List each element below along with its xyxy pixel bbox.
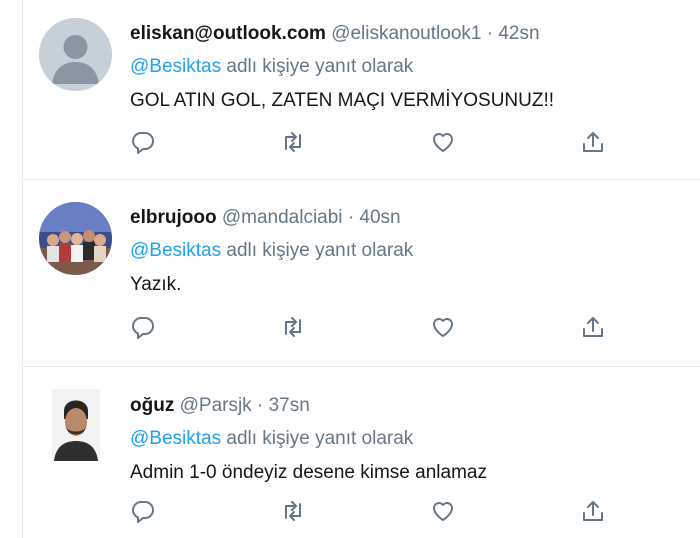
share-button[interactable] bbox=[580, 129, 606, 155]
share-icon bbox=[583, 132, 603, 152]
person-photo-avatar-icon bbox=[52, 389, 100, 461]
retweet-button[interactable] bbox=[280, 129, 306, 155]
like-button[interactable] bbox=[430, 314, 456, 340]
like-icon bbox=[433, 318, 453, 337]
reply-context-label: adlı kişiye yanıt olarak bbox=[221, 240, 414, 261]
reply-context-label: adlı kişiye yanıt olarak bbox=[221, 56, 414, 77]
retweet-button[interactable] bbox=[280, 498, 306, 524]
share-icon bbox=[583, 501, 603, 521]
retweet-icon bbox=[285, 501, 301, 521]
reply-context: @Besiktas adlı kişiye yanıt olarak bbox=[130, 239, 688, 263]
like-icon bbox=[433, 133, 453, 152]
tweet[interactable]: elbrujooo @mandalciabi · 40sn @Besiktas … bbox=[23, 180, 700, 367]
display-name[interactable]: oğuz bbox=[130, 395, 174, 416]
reply-context: @Besiktas adlı kişiye yanıt olarak bbox=[130, 55, 688, 79]
group-photo-avatar-icon bbox=[39, 202, 112, 275]
avatar[interactable] bbox=[52, 389, 100, 461]
retweet-button[interactable] bbox=[280, 314, 306, 340]
display-name[interactable]: eliskan@outlook.com bbox=[130, 23, 326, 44]
tweet-text: Admin 1-0 öndeyiz desene kimse anlamaz bbox=[130, 462, 487, 483]
reply-context: @Besiktas adlı kişiye yanıt olarak bbox=[130, 427, 688, 451]
like-button[interactable] bbox=[430, 498, 456, 524]
tweet-text: Yazık. bbox=[130, 274, 182, 295]
mention-link[interactable]: @Besiktas bbox=[130, 240, 221, 261]
share-button[interactable] bbox=[580, 498, 606, 524]
reply-button[interactable] bbox=[130, 129, 156, 155]
tweet-header: eliskan@outlook.com @eliskanoutlook1 · 4… bbox=[130, 22, 688, 46]
timestamp[interactable]: 40sn bbox=[359, 207, 400, 228]
share-icon bbox=[583, 317, 603, 337]
tweet-actions bbox=[130, 314, 650, 340]
avatar[interactable] bbox=[39, 18, 112, 91]
tweet-actions bbox=[130, 129, 650, 155]
reply-icon bbox=[132, 501, 154, 523]
username[interactable]: @Parsjk bbox=[180, 395, 252, 416]
separator-dot: · bbox=[347, 207, 355, 228]
like-icon bbox=[433, 502, 453, 521]
reply-context-label: adlı kişiye yanıt olarak bbox=[221, 428, 414, 449]
tweet-actions bbox=[130, 498, 650, 524]
mention-link[interactable]: @Besiktas bbox=[130, 56, 221, 77]
timestamp[interactable]: 37sn bbox=[269, 395, 310, 416]
retweet-icon bbox=[285, 317, 301, 337]
reply-icon bbox=[132, 132, 154, 154]
username[interactable]: @mandalciabi bbox=[222, 207, 343, 228]
tweet-text: GOL ATIN GOL, ZATEN MAÇI VERMİYOSUNUZ!! bbox=[130, 90, 555, 111]
reply-icon bbox=[132, 317, 154, 339]
reply-button[interactable] bbox=[130, 314, 156, 340]
tweet[interactable]: oğuz @Parsjk · 37sn @Besiktas adlı kişiy… bbox=[23, 367, 700, 538]
default-avatar-icon bbox=[39, 18, 112, 91]
username[interactable]: @eliskanoutlook1 bbox=[331, 23, 481, 44]
retweet-icon bbox=[285, 132, 301, 152]
tweet-content: elbrujooo @mandalciabi · 40sn @Besiktas … bbox=[130, 206, 688, 297]
mention-link[interactable]: @Besiktas bbox=[130, 428, 221, 449]
tweet-header: oğuz @Parsjk · 37sn bbox=[130, 394, 688, 418]
avatar[interactable] bbox=[39, 202, 112, 275]
like-button[interactable] bbox=[430, 129, 456, 155]
timestamp[interactable]: 42sn bbox=[498, 23, 539, 44]
tweet[interactable]: eliskan@outlook.com @eliskanoutlook1 · 4… bbox=[23, 0, 700, 180]
tweet-content: oğuz @Parsjk · 37sn @Besiktas adlı kişiy… bbox=[130, 394, 688, 485]
tweet-content: eliskan@outlook.com @eliskanoutlook1 · 4… bbox=[130, 22, 688, 113]
tweet-header: elbrujooo @mandalciabi · 40sn bbox=[130, 206, 688, 230]
separator-dot: · bbox=[256, 395, 264, 416]
separator-dot: · bbox=[486, 23, 494, 44]
reply-button[interactable] bbox=[130, 498, 156, 524]
share-button[interactable] bbox=[580, 314, 606, 340]
display-name[interactable]: elbrujooo bbox=[130, 207, 217, 228]
